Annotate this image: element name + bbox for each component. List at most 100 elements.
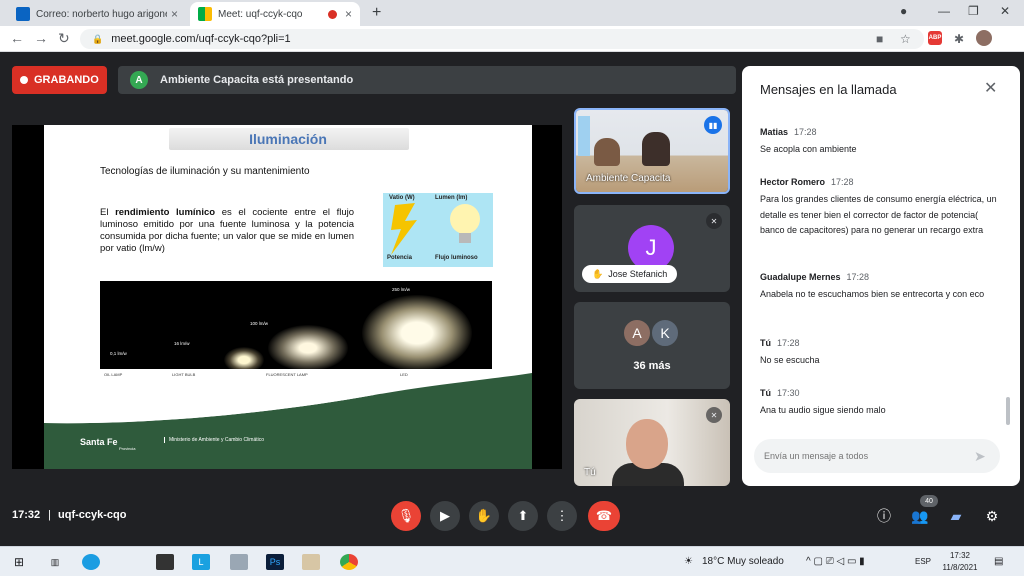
participant-tile-more[interactable]: A K 36 más	[574, 302, 730, 389]
maximize-icon[interactable]: ❐	[968, 4, 979, 18]
profile-avatar[interactable]	[976, 30, 992, 46]
mic-toggle-button[interactable]: 🎙	[391, 501, 421, 531]
chat-message: Hector Romero 17:28 Para los grandes clie…	[760, 172, 1000, 239]
presenting-text: Ambiente Capacita está presentando	[160, 74, 354, 86]
weather-icon[interactable]: ☀	[684, 556, 693, 567]
recording-dot-icon	[327, 9, 337, 19]
participant-name: Tú	[584, 467, 596, 478]
info-icon[interactable]: ⓘ	[874, 506, 894, 526]
message-time: 17:30	[777, 388, 800, 398]
message-sender: Tú	[760, 388, 771, 398]
paint-icon[interactable]	[302, 554, 320, 570]
raise-hand-button[interactable]: ✋	[469, 501, 499, 531]
camera-toggle-button[interactable]: ▶	[430, 501, 460, 531]
tab-mail[interactable]: Correo: norberto hugo arigone - ×	[8, 2, 186, 26]
raised-hand-badge: ✋ Jose Stefanich	[582, 265, 678, 283]
notifications-icon[interactable]: ▤	[994, 556, 1003, 567]
flag-decoration	[578, 116, 590, 156]
edge-icon[interactable]	[82, 554, 100, 570]
participant-avatar: K	[650, 318, 680, 348]
participant-name: Jose Stefanich	[608, 269, 668, 279]
activities-icon[interactable]: ⚙	[982, 506, 1002, 526]
message-text: Ana tu audio sigue siendo malo	[760, 405, 886, 415]
message-time: 17:28	[831, 177, 854, 187]
meeting-time: 17:32	[12, 509, 41, 521]
message-text: Anabela no te escuchamos bien se entreco…	[760, 289, 985, 299]
clock-time: 17:32	[949, 551, 971, 560]
presenting-banner: A Ambiente Capacita está presentando	[118, 66, 736, 94]
files-icon[interactable]	[230, 554, 248, 570]
camera-icon: ▶	[440, 508, 450, 523]
close-window-icon[interactable]: ✕	[1000, 4, 1010, 18]
chat-message: Tú 17:28 No se escucha	[760, 333, 1000, 369]
chrome-icon[interactable]	[340, 554, 358, 570]
new-tab-icon[interactable]: +	[372, 4, 381, 22]
santa-fe-logo-sub: Provincia	[119, 446, 136, 451]
leave-call-button[interactable]: ☎	[588, 501, 620, 531]
more-options-button[interactable]: ⋮	[547, 501, 577, 531]
recording-label: GRABANDO	[34, 74, 99, 86]
task-view-icon[interactable]: ▥	[46, 554, 64, 570]
message-time: 17:28	[777, 338, 800, 348]
extensions-icon[interactable]: ✱	[954, 32, 964, 46]
send-icon[interactable]: ➤	[974, 448, 986, 465]
meeting-code: uqf-ccyk-cqo	[58, 509, 127, 521]
mic-off-icon: ✕	[706, 407, 722, 423]
chat-message: Tú 17:30 Ana tu audio sigue siendo malo	[760, 383, 1000, 419]
chat-icon[interactable]: ▰	[946, 506, 966, 526]
more-participants: 36 más	[633, 360, 671, 372]
back-icon[interactable]: ←	[10, 30, 24, 46]
chat-scrollbar[interactable]	[1006, 397, 1010, 425]
participant-tile-presenter[interactable]: ▮▮ Ambiente Capacita	[574, 108, 730, 194]
chat-message-input[interactable]	[754, 439, 1000, 473]
people-icon[interactable]: 👥	[910, 506, 930, 526]
message-sender: Matias	[760, 127, 789, 137]
language-indicator[interactable]: ESP	[915, 557, 931, 566]
reload-icon[interactable]: ↻	[58, 30, 70, 47]
person-silhouette	[594, 138, 620, 166]
hand-icon: ✋	[592, 268, 604, 279]
app-l-icon[interactable]: L	[192, 554, 210, 570]
present-button[interactable]: ⬆	[508, 501, 538, 531]
forward-icon[interactable]: →	[34, 30, 48, 46]
tab-title: Correo: norberto hugo arigone -	[36, 8, 167, 20]
photoshop-icon[interactable]: Ps	[266, 554, 284, 570]
participant-count-badge: 40	[920, 495, 938, 507]
participant-tile-jose[interactable]: ✕ J ✋ Jose Stefanich	[574, 205, 730, 292]
system-clock[interactable]: 17:32 11/8/2021	[940, 550, 980, 574]
tab-meet[interactable]: Meet: uqf-ccyk-cqo ×	[190, 2, 360, 26]
close-tab-icon[interactable]: ×	[171, 7, 178, 21]
chat-message: Matias 17:28 Se acopla con ambiente	[760, 122, 1000, 158]
person-silhouette	[642, 132, 670, 166]
message-text: No se escucha	[760, 355, 820, 365]
store-icon[interactable]	[156, 554, 174, 570]
present-icon: ⬆	[517, 508, 529, 523]
browser-tab-bar: Correo: norberto hugo arigone - × Meet: …	[0, 0, 1024, 26]
mic-off-icon: ✕	[706, 213, 722, 229]
clock-date: 11/8/2021	[942, 563, 978, 572]
hand-icon: ✋	[475, 508, 493, 523]
participant-avatar: A	[622, 318, 652, 348]
chat-title: Mensajes en la llamada	[760, 82, 897, 97]
speaking-indicator-icon: ▮▮	[704, 116, 722, 134]
close-icon[interactable]: ✕	[984, 78, 997, 98]
mic-off-icon: 🎙	[397, 508, 415, 523]
participant-tile-self[interactable]: ✕ Tú	[574, 399, 730, 486]
adblock-icon[interactable]: ABP	[928, 31, 942, 45]
weather-text[interactable]: 18°C Muy soleado	[702, 556, 784, 567]
bookmark-star-icon[interactable]: ☆	[900, 32, 911, 46]
windows-start-icon[interactable]: ⊞	[10, 554, 28, 570]
close-tab-icon[interactable]: ×	[345, 7, 352, 21]
message-text: Para los grandes clientes de consumo ene…	[760, 194, 997, 235]
lock-icon: 🔒	[92, 33, 104, 44]
url-text: meet.google.com/uqf-ccyk-cqo?pli=1	[111, 33, 291, 45]
tray-icons[interactable]: ^ ▢ ⎚ ◁ ▭ ▮	[806, 556, 865, 567]
profile-down-icon[interactable]: ●	[900, 4, 907, 18]
message-text: Se acopla con ambiente	[760, 144, 857, 154]
outlook-icon	[16, 7, 30, 21]
camera-indicator-icon[interactable]: ■	[876, 32, 883, 46]
minimize-icon[interactable]: —	[938, 4, 950, 18]
chat-message: Guadalupe Mernes 17:28 Anabela no te escu…	[760, 267, 1000, 303]
url-bar[interactable]: 🔒 meet.google.com/uqf-ccyk-cqo?pli=1	[80, 29, 924, 49]
more-vert-icon: ⋮	[555, 508, 569, 523]
